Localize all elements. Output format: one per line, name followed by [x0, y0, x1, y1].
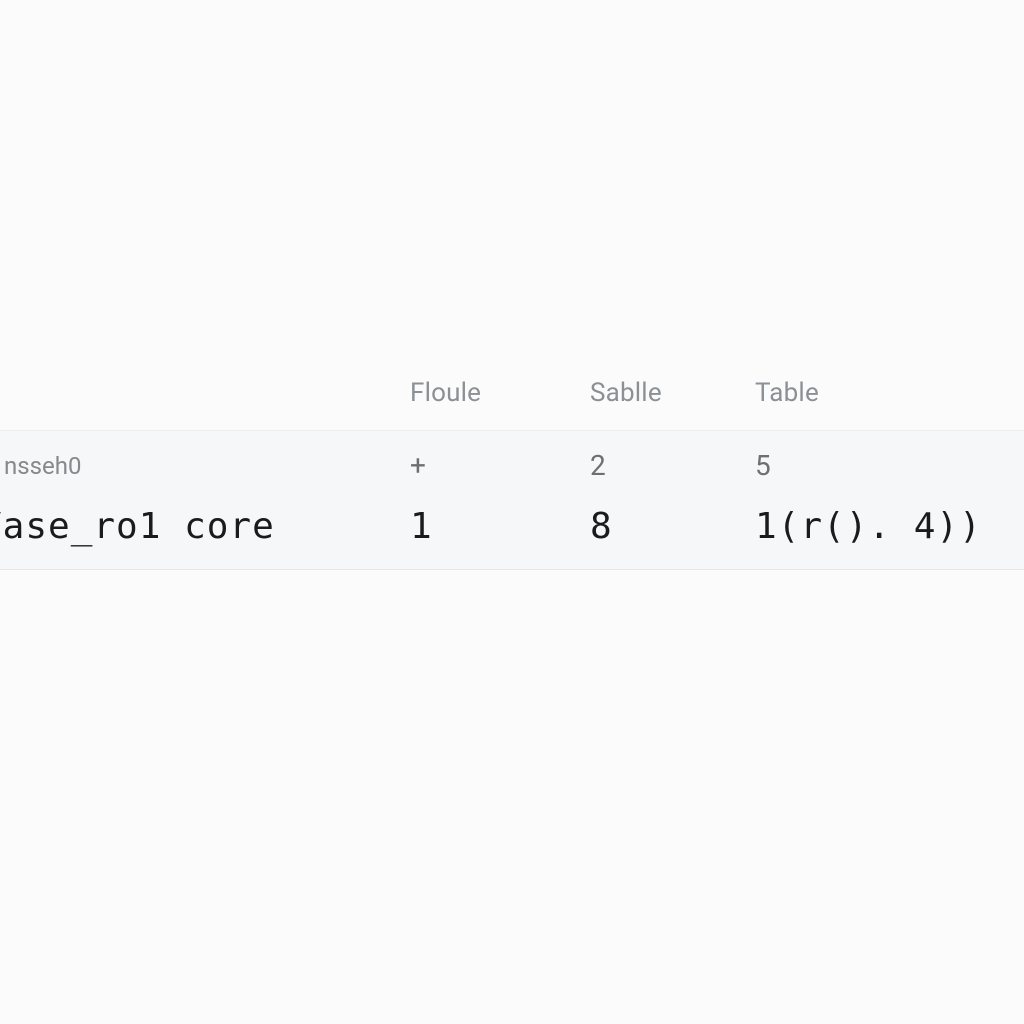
cell-value: 5	[755, 449, 1024, 482]
cell-value: +	[410, 449, 590, 482]
cell-value: 2	[590, 449, 755, 482]
row-label: Vase_ro1 core	[0, 506, 410, 547]
column-header-floule[interactable]: Floule	[410, 378, 590, 408]
column-header-sablle[interactable]: Sablle	[590, 378, 755, 408]
viewport: Floule Sablle Table nsseh0 + 2 5 Vase_ro…	[0, 0, 1024, 1024]
table-body: nsseh0 + 2 5 Vase_ro1 core 1 8 1(r(). 4)…	[0, 431, 1024, 570]
column-header-table[interactable]: Table	[755, 378, 1024, 408]
cell-value: 1(r(). 4))	[755, 506, 1024, 547]
table-row[interactable]: Vase_ro1 core 1 8 1(r(). 4))	[0, 494, 1024, 569]
cell-value: 8	[590, 506, 755, 547]
row-label: nsseh0	[0, 452, 410, 480]
data-table: Floule Sablle Table nsseh0 + 2 5 Vase_ro…	[0, 378, 1024, 570]
table-header-row: Floule Sablle Table	[0, 378, 1024, 431]
cell-value: 1	[410, 506, 590, 547]
table-row[interactable]: nsseh0 + 2 5	[0, 431, 1024, 494]
